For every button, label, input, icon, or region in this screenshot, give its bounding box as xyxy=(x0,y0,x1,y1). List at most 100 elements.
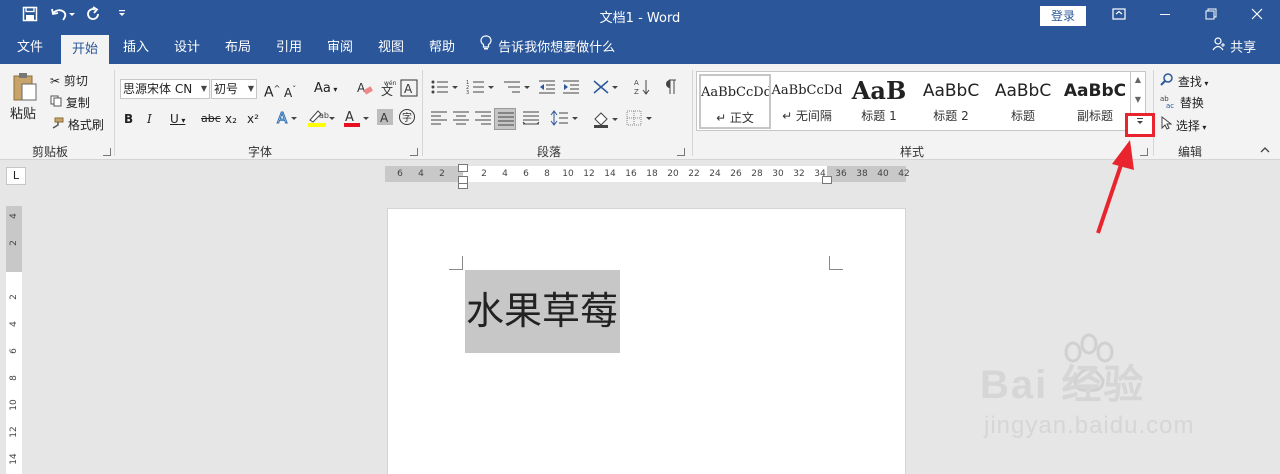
strikethrough-button[interactable]: abc xyxy=(201,110,221,128)
redo-icon[interactable] xyxy=(84,6,104,26)
select-button[interactable]: 选择 ▾ xyxy=(1160,115,1206,134)
left-indent-marker[interactable] xyxy=(458,183,468,189)
format-painter-button[interactable]: 格式刷 xyxy=(50,116,104,134)
tab-design[interactable]: 设计 xyxy=(165,32,209,64)
align-center-icon[interactable] xyxy=(452,110,470,128)
change-case-button[interactable]: Aa ▾ xyxy=(314,80,337,98)
find-button[interactable]: 查找 ▾ xyxy=(1160,72,1208,90)
chinese-layout-icon[interactable] xyxy=(592,78,622,96)
ruler-tick: 36 xyxy=(835,169,847,179)
tab-insert[interactable]: 插入 xyxy=(114,32,158,64)
shading-icon[interactable] xyxy=(592,110,622,128)
ruler-tick: 14 xyxy=(9,453,19,465)
character-shading-icon[interactable]: A xyxy=(376,108,394,126)
svg-text:ab: ab xyxy=(319,111,329,120)
grow-font-button[interactable]: A^ xyxy=(264,80,280,101)
copy-button[interactable]: 复制 xyxy=(50,94,90,112)
tab-view[interactable]: 视图 xyxy=(369,32,413,64)
tab-help[interactable]: 帮助 xyxy=(420,32,464,64)
collapse-ribbon-icon[interactable] xyxy=(1258,146,1272,158)
selected-document-text[interactable]: 水果草莓 xyxy=(465,270,620,353)
character-border-icon[interactable]: A xyxy=(400,79,418,97)
font-size-select[interactable]: 初号 ▼ xyxy=(211,79,257,99)
scroll-down-icon[interactable]: ▼ xyxy=(1131,93,1145,107)
ruler-tick: 4 xyxy=(502,169,508,179)
cut-button[interactable]: ✂ 剪切 xyxy=(50,72,88,90)
text-effects-icon[interactable]: A xyxy=(276,108,298,128)
style-heading-1[interactable]: AaB 标题 1 xyxy=(843,74,915,129)
paste-button[interactable]: 粘贴 xyxy=(10,72,42,124)
minimize-icon[interactable] xyxy=(1142,0,1188,32)
customize-quick-access-icon[interactable] xyxy=(112,6,132,26)
red-annotation-arrow xyxy=(1096,140,1134,234)
styles-dialog-launcher-icon[interactable] xyxy=(1140,148,1148,156)
align-left-icon[interactable] xyxy=(430,110,448,128)
font-size-value: 初号 xyxy=(214,82,239,96)
paragraph-dialog-launcher-icon[interactable] xyxy=(677,148,685,156)
bold-button[interactable]: B xyxy=(124,110,133,128)
subscript-button[interactable]: x₂ xyxy=(225,110,237,128)
tab-layout[interactable]: 布局 xyxy=(216,32,260,64)
style-heading-2[interactable]: AaBbC 标题 2 xyxy=(915,74,987,129)
style-no-spacing[interactable]: AaBbCcDd ↵ 无间隔 xyxy=(771,74,843,129)
style-title[interactable]: AaBbC 标题 xyxy=(987,74,1059,129)
align-right-icon[interactable] xyxy=(474,110,492,128)
style-name: 标题 xyxy=(1010,109,1035,123)
font-color-icon[interactable]: A xyxy=(342,108,372,127)
sort-icon[interactable]: AZ xyxy=(634,78,652,96)
style-subtitle[interactable]: AaBbC 副标题 xyxy=(1059,74,1131,129)
ruler-tick: 10 xyxy=(562,169,574,179)
tab-home[interactable]: 开始 xyxy=(61,35,109,64)
multilevel-list-icon[interactable] xyxy=(502,78,532,96)
clipboard-dialog-launcher-icon[interactable] xyxy=(103,148,111,156)
underline-button[interactable]: U ▾ xyxy=(170,110,185,128)
bullets-icon[interactable] xyxy=(430,78,460,96)
ruler-tick xyxy=(7,262,21,278)
undo-icon[interactable] xyxy=(48,6,76,26)
tell-me-search[interactable]: 告诉我你想要做什么 xyxy=(480,32,615,64)
style-normal[interactable]: AaBbCcDd ↵ 正文 xyxy=(699,74,771,129)
chevron-down-icon: ▼ xyxy=(247,84,254,93)
enclose-characters-icon[interactable]: 字 xyxy=(398,108,416,126)
ruler-tick: 14 xyxy=(604,169,616,179)
justify-icon[interactable] xyxy=(494,108,516,130)
tab-file[interactable]: 文件 xyxy=(8,32,52,64)
distributed-align-icon[interactable] xyxy=(522,110,540,128)
right-indent-marker[interactable] xyxy=(822,176,832,184)
increase-indent-icon[interactable] xyxy=(562,78,580,96)
styles-more-button[interactable] xyxy=(1125,113,1155,137)
ruler-tick: 22 xyxy=(688,169,700,179)
clear-formatting-icon[interactable]: A xyxy=(356,79,374,97)
vertical-ruler[interactable]: 4 2 2 4 6 8 10 12 14 xyxy=(6,206,22,474)
style-name: 副标题 xyxy=(1076,109,1113,123)
group-separator xyxy=(422,70,423,156)
highlight-color-icon[interactable]: ab xyxy=(306,108,336,127)
italic-button[interactable]: I xyxy=(147,110,152,128)
save-icon[interactable] xyxy=(20,6,40,26)
horizontal-ruler[interactable]: 6 4 2 2 4 6 8 10 12 14 16 18 20 22 24 26 28 30 32 34 36 38 40 4… xyxy=(385,164,910,189)
font-dialog-launcher-icon[interactable] xyxy=(410,148,418,156)
numbering-icon[interactable]: 123 xyxy=(466,78,496,96)
font-name-select[interactable]: 思源宋体 CN ▼ xyxy=(120,79,210,99)
first-line-indent-marker[interactable] xyxy=(458,164,468,172)
shrink-font-button[interactable]: Aˇ xyxy=(284,81,296,100)
tab-selector[interactable]: L xyxy=(6,167,26,185)
close-icon[interactable] xyxy=(1234,0,1280,32)
decrease-indent-icon[interactable] xyxy=(538,78,556,96)
login-button[interactable]: 登录 xyxy=(1040,6,1086,26)
superscript-button[interactable]: x² xyxy=(247,110,259,128)
magnifier-icon xyxy=(1160,72,1174,91)
tab-review[interactable]: 审阅 xyxy=(318,32,362,64)
replace-button[interactable]: ab ac 替换 xyxy=(1160,94,1204,112)
show-formatting-marks-icon[interactable] xyxy=(664,78,678,96)
borders-icon[interactable] xyxy=(626,110,656,128)
share-button[interactable]: 共享 xyxy=(1212,32,1256,64)
restore-icon[interactable] xyxy=(1188,0,1234,32)
svg-text:A: A xyxy=(357,81,366,95)
phonetic-guide-icon[interactable]: wén 文 xyxy=(378,79,397,98)
ribbon-display-options-icon[interactable] xyxy=(1096,0,1142,32)
tab-references[interactable]: 引用 xyxy=(267,32,311,64)
line-spacing-icon[interactable] xyxy=(550,110,580,128)
ruler-tick: 28 xyxy=(751,169,763,179)
scroll-up-icon[interactable]: ▲ xyxy=(1131,73,1145,87)
